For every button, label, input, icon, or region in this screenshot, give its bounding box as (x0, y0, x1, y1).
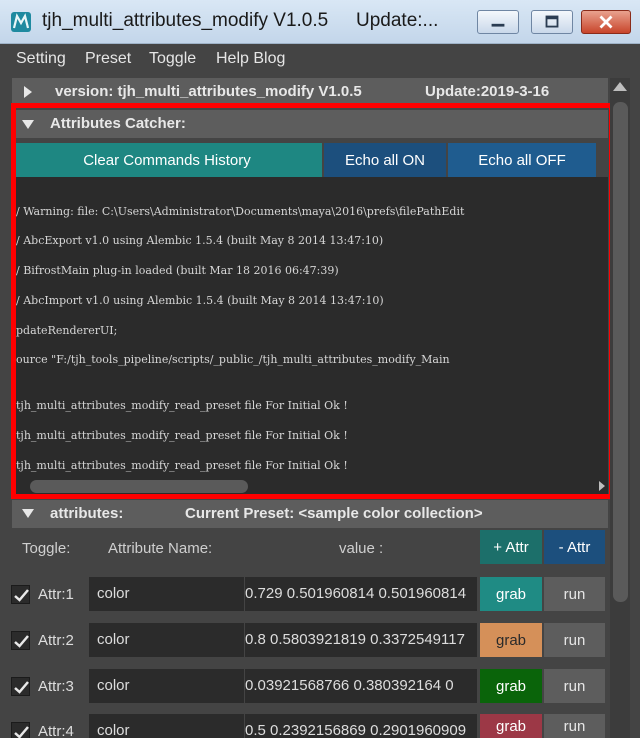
attr-checkbox[interactable] (11, 722, 30, 738)
close-icon (599, 15, 613, 29)
window-title: tjh_multi_attributes_modify V1.0.5 (42, 10, 329, 31)
attr-label: Attr:3 (38, 678, 74, 695)
attr-value-text: 0.729 0.501960814 0.501960814 (245, 585, 467, 602)
grab-button[interactable]: grab (480, 577, 542, 611)
checkmark-icon (14, 681, 29, 694)
attr-value-text: 0.8 0.5803921819 0.3372549117 (245, 631, 465, 648)
attr-name-field[interactable]: color (89, 577, 244, 611)
minimize-icon (491, 23, 505, 27)
column-attribute-name-header: Attribute Name: (108, 540, 213, 557)
column-value-header: value : (339, 540, 384, 557)
attr-name-field[interactable]: color (89, 714, 244, 738)
attr-checkbox[interactable] (11, 631, 30, 650)
attr-checkbox[interactable] (11, 585, 30, 604)
grab-button[interactable]: grab (480, 669, 542, 703)
menu-help-blog[interactable]: Help Blog (216, 50, 285, 68)
menu-toggle[interactable]: Toggle (149, 50, 196, 68)
highlight-box (11, 103, 614, 499)
attributes-title: attributes: (50, 505, 124, 522)
close-button[interactable] (581, 10, 631, 34)
window-vertical-scrollbar[interactable] (610, 78, 630, 738)
scrollbar-thumb[interactable] (613, 102, 628, 602)
maximize-icon (545, 15, 559, 28)
window-titlebar: tjh_multi_attributes_modify V1.0.5 Updat… (0, 0, 640, 44)
grab-button[interactable]: grab (480, 623, 542, 657)
attributes-frame-header[interactable]: attributes: Current Preset: <sample colo… (12, 500, 608, 528)
attr-label: Attr:4 (38, 723, 74, 738)
remove-attr-button[interactable]: - Attr (544, 530, 605, 564)
version-text: version: tjh_multi_attributes_modify V1.… (55, 83, 362, 100)
menu-bar: Setting Preset Toggle Help Blog (0, 44, 640, 74)
attr-name-field[interactable]: color (89, 623, 244, 657)
maya-app-icon (11, 12, 31, 32)
scroll-up-arrow-icon[interactable] (613, 82, 627, 91)
window-update-text: Update:... (356, 10, 439, 31)
attr-value-text: 0.5 0.2392156869 0.2901960909 (245, 722, 467, 738)
checkmark-icon (14, 726, 29, 738)
run-button[interactable]: run (544, 669, 605, 703)
attr-value-field[interactable]: 0.5 0.2392156869 0.2901960909 (245, 714, 477, 738)
grab-button[interactable]: grab (480, 714, 542, 738)
checkmark-icon (14, 589, 29, 602)
menu-setting[interactable]: Setting (16, 50, 66, 68)
minimize-button[interactable] (477, 10, 519, 34)
attr-value-field[interactable]: 0.729 0.501960814 0.501960814 (245, 577, 477, 611)
add-attr-button[interactable]: + Attr (480, 530, 542, 564)
collapse-triangle-icon (22, 509, 34, 518)
attr-label: Attr:2 (38, 632, 74, 649)
menu-preset[interactable]: Preset (85, 50, 131, 68)
attr-value-field[interactable]: 0.03921568766 0.380392164 0 (245, 669, 477, 703)
update-date-text: Update:2019-3-16 (425, 83, 550, 100)
attr-value-field[interactable]: 0.8 0.5803921819 0.3372549117 (245, 623, 477, 657)
column-toggle-header: Toggle: (22, 540, 71, 557)
run-button[interactable]: run (544, 714, 605, 738)
run-button[interactable]: run (544, 577, 605, 611)
expand-triangle-icon (24, 86, 32, 98)
attr-label: Attr:1 (38, 586, 74, 603)
maximize-button[interactable] (531, 10, 573, 34)
attr-value-text: 0.03921568766 0.380392164 0 (245, 677, 454, 694)
version-frame-header[interactable]: version: tjh_multi_attributes_modify V1.… (12, 78, 608, 106)
run-button[interactable]: run (544, 623, 605, 657)
attr-name-field[interactable]: color (89, 669, 244, 703)
attr-checkbox[interactable] (11, 677, 30, 696)
checkmark-icon (14, 635, 29, 648)
current-preset-text: Current Preset: <sample color collection… (185, 505, 483, 522)
